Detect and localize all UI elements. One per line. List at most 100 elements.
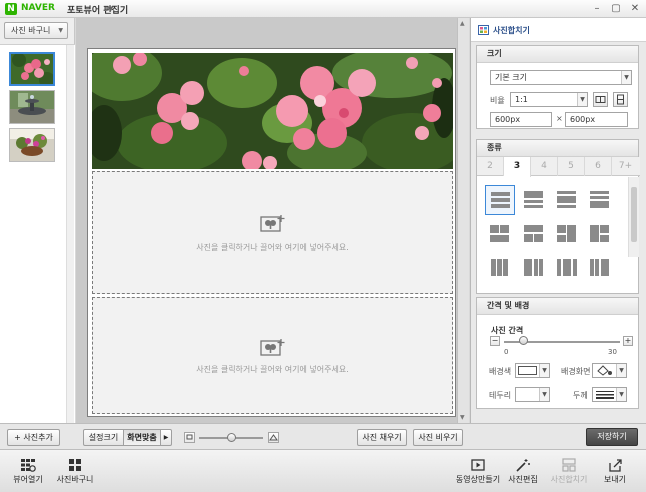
canvas-scrollbar[interactable]: ▲ ▼: [457, 18, 469, 423]
portrait-orientation-button[interactable]: [613, 92, 628, 107]
tab-5[interactable]: 5: [558, 157, 585, 176]
chevron-down-icon: ▼: [539, 364, 549, 377]
title-dropdown-icon[interactable]: ▼: [108, 5, 113, 13]
layout-option-top-split[interactable]: [485, 219, 515, 249]
layout-option-right-heavy[interactable]: [585, 253, 615, 283]
count-tabs: 2 3 4 5 6 7+: [477, 157, 640, 177]
layout-option-horizontal-3[interactable]: [485, 185, 515, 215]
layout-option-left-heavy[interactable]: [519, 253, 549, 283]
make-video-button[interactable]: 동영상만들기: [454, 450, 502, 492]
fit-screen-button[interactable]: 화면맞춤: [123, 429, 161, 446]
share-icon: [609, 459, 622, 472]
ratio-value: 1:1: [515, 95, 528, 104]
flower-basket-thumbnail[interactable]: [9, 128, 55, 162]
thickness-picker[interactable]: ▼: [592, 387, 627, 402]
spacing-min: 0: [504, 348, 509, 356]
chevron-down-icon: ▼: [539, 388, 549, 401]
size-preset-value: 기본 크기: [495, 73, 527, 82]
zoom-in-icon: [269, 434, 278, 441]
photo-basket-dropdown[interactable]: 사진 바구니 ▼: [4, 22, 68, 39]
ratio-select[interactable]: 1:1 ▼: [510, 92, 588, 107]
zoom-out-icon: [186, 434, 193, 440]
photo-merge-tool-button[interactable]: 사진합치기: [548, 450, 590, 492]
save-button[interactable]: 저장하기: [586, 428, 638, 446]
layout-option-top-heavy[interactable]: [519, 185, 549, 215]
layout-option-right-split[interactable]: [585, 219, 615, 249]
photo-cell-3[interactable]: 사진을 클릭하거나 끌어와 여기에 넣어주세요.: [92, 297, 453, 414]
tab-4[interactable]: 4: [531, 157, 558, 176]
layout-option-left-split[interactable]: [552, 219, 582, 249]
fountain-thumbnail[interactable]: [9, 90, 55, 124]
type-section: 종류 2 3 4 5 6 7+: [476, 139, 640, 294]
maximize-icon[interactable]: ▢: [609, 2, 623, 16]
photo-basket-grid-icon: [69, 459, 81, 471]
video-icon: [471, 459, 485, 471]
layout-option-bottom-split[interactable]: [519, 219, 549, 249]
make-video-label: 동영상만들기: [455, 475, 501, 484]
add-photo-icon: [260, 215, 285, 232]
photo-basket-toggle-button[interactable]: 사진바구니: [54, 450, 96, 492]
scroll-down-icon[interactable]: ▼: [460, 414, 465, 421]
chevron-down-icon: ▼: [58, 27, 63, 34]
minimize-icon[interactable]: –: [590, 2, 604, 16]
add-photo-button[interactable]: + 사진추가: [7, 429, 60, 446]
clear-photos-button[interactable]: 사진 비우기: [413, 429, 463, 446]
fill-photos-button[interactable]: 사진 채우기: [357, 429, 407, 446]
landscape-orientation-button[interactable]: [593, 92, 608, 107]
add-photo-icon: [260, 339, 285, 356]
layout-option-bottom-heavy[interactable]: [585, 185, 615, 215]
tab-3[interactable]: 3: [504, 157, 531, 177]
height-value: 600px: [570, 115, 596, 124]
canvas-toolbar: + 사진추가 설정크기 화면맞춤 ▶ 사진 채우기 사진 비우기: [0, 423, 646, 450]
thickness-label: 두께: [573, 391, 588, 400]
photo-edit-label: 사진편집: [508, 475, 538, 484]
viewer-grid-icon: [21, 459, 36, 472]
layout-option-center-heavy[interactable]: [552, 253, 582, 283]
close-icon[interactable]: ✕: [628, 2, 642, 16]
tab-7-plus[interactable]: 7+: [612, 157, 639, 176]
zoom-in-button[interactable]: [268, 432, 279, 443]
scroll-up-icon[interactable]: ▲: [460, 20, 465, 27]
paint-bucket-icon: [597, 365, 612, 376]
geranium-photo: [92, 53, 453, 169]
layout-scrollbar[interactable]: [628, 177, 639, 257]
chevron-down-icon: ▼: [577, 93, 587, 106]
spacing-max: 30: [608, 348, 617, 356]
layout-option-middle-heavy[interactable]: [552, 185, 582, 215]
tab-6[interactable]: 6: [585, 157, 612, 176]
height-input[interactable]: 600px: [565, 112, 628, 127]
zoom-slider-thumb[interactable]: [227, 433, 236, 442]
photo-edit-button[interactable]: 사진편집: [506, 450, 540, 492]
border-color-picker[interactable]: ▼: [515, 387, 550, 402]
set-size-button[interactable]: 설정크기: [83, 429, 124, 446]
tab-2[interactable]: 2: [477, 157, 504, 176]
photo-basket-toggle-label: 사진바구니: [56, 475, 94, 484]
panel-title: 사진합치기: [493, 26, 530, 35]
landscape-icon: [595, 96, 606, 103]
panel-header: 사진합치기: [471, 18, 646, 42]
view-next-button[interactable]: ▶: [160, 429, 172, 446]
spacing-increase-button[interactable]: +: [623, 336, 633, 346]
spacing-slider-thumb[interactable]: [519, 336, 529, 345]
flowers-thumbnail[interactable]: [9, 52, 55, 86]
layout-option-vertical-3[interactable]: [485, 253, 515, 283]
bg-color-picker[interactable]: ▼: [515, 363, 550, 378]
spacing-section-title: 간격 및 배경: [477, 298, 638, 315]
photo-cell-2[interactable]: 사진을 클릭하거나 끌어와 여기에 넣어주세요.: [92, 171, 453, 294]
spacing-background-section: 간격 및 배경 사진 간격 − + 0 30 배경색 ▼ 배경화면 ▼ 테두리 …: [476, 297, 639, 409]
width-value: 600px: [495, 115, 521, 124]
bg-color-swatch: [518, 366, 537, 375]
viewer-open-button[interactable]: 뷰어열기: [10, 450, 46, 492]
spacing-decrease-button[interactable]: −: [490, 336, 500, 346]
width-input[interactable]: 600px: [490, 112, 552, 127]
thumbnail-scrollbar[interactable]: [66, 45, 74, 424]
photo-cell-1[interactable]: [92, 53, 453, 169]
photo-merge-tool-icon: [562, 458, 576, 472]
size-preset-select[interactable]: 기본 크기 ▼: [490, 70, 632, 85]
app-title[interactable]: 포토뷰어 편집기: [67, 3, 128, 16]
send-button[interactable]: 보내기: [598, 450, 632, 492]
zoom-out-button[interactable]: [184, 432, 195, 443]
bg-image-picker[interactable]: ▼: [592, 363, 627, 378]
chevron-down-icon: ▼: [621, 71, 631, 84]
spacing-label: 사진 간격: [491, 326, 524, 335]
